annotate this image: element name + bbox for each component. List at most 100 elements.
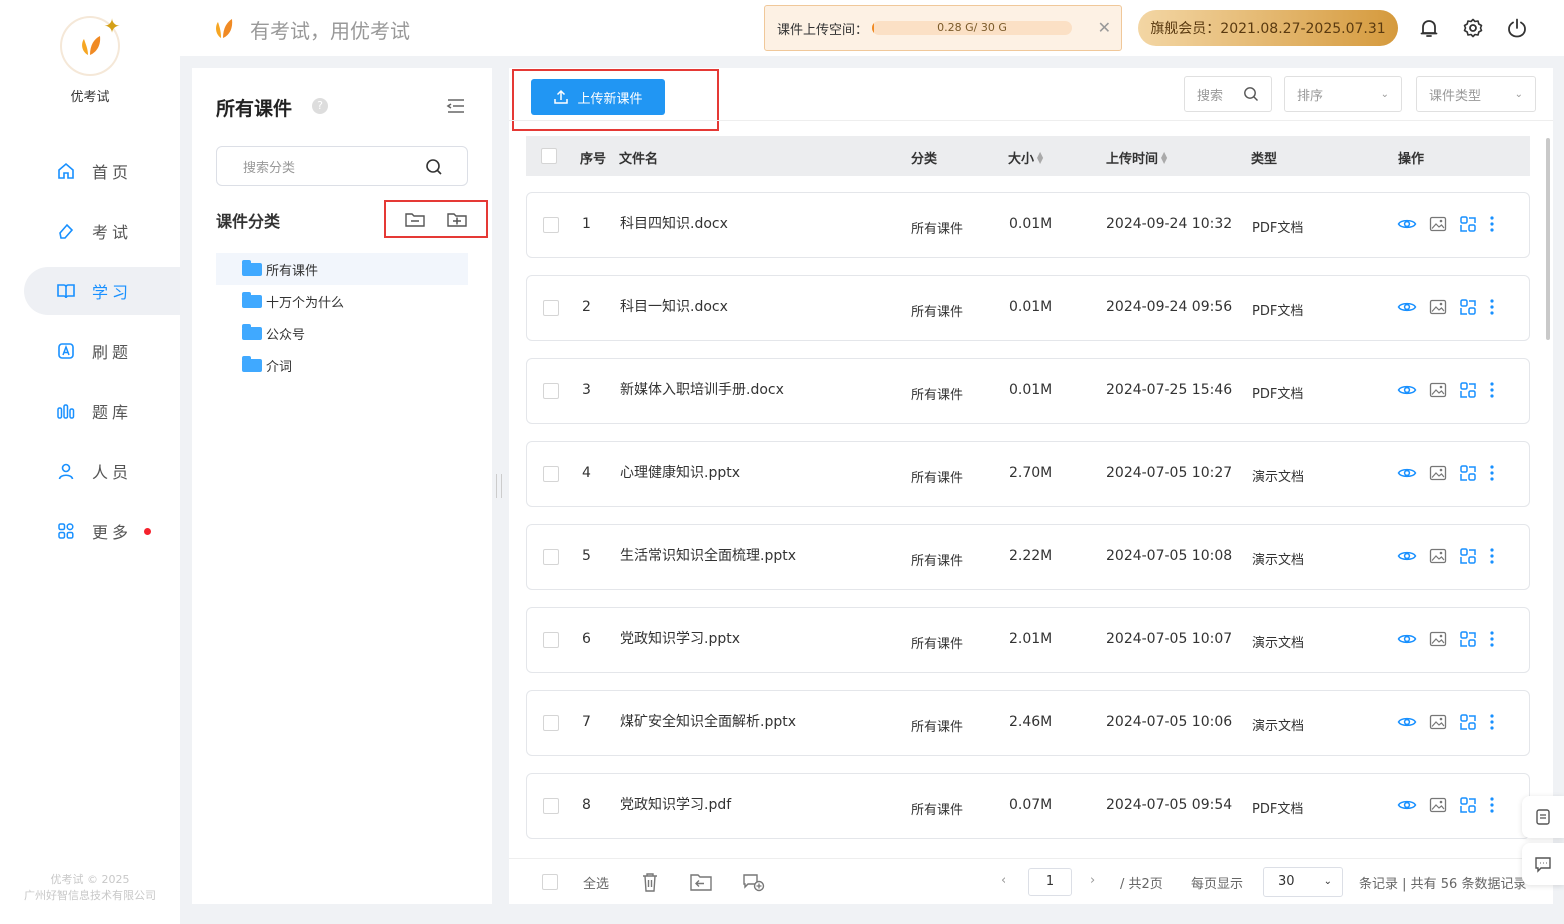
category-item-all[interactable]: 所有课件 [216, 253, 468, 285]
vip-badge[interactable]: 旗舰会员：2021.08.27-2025.07.31 [1138, 10, 1398, 46]
table-row[interactable]: 2 科目一知识.docx 所有课件 0.01M 2024-09-24 09:56… [526, 275, 1530, 341]
search-icon[interactable] [1243, 86, 1259, 102]
qrcode-share-icon[interactable] [1459, 298, 1477, 316]
file-name[interactable]: 党政知识学习.pdf [620, 794, 731, 814]
row-checkbox[interactable] [543, 217, 559, 233]
category-search-input[interactable]: 搜索分类 [216, 146, 468, 186]
select-all-label[interactable]: 全选 [583, 873, 609, 892]
nav-item-exam[interactable]: 考试 [24, 207, 180, 255]
page-input[interactable]: 1 [1028, 868, 1072, 896]
preview-eye-icon[interactable] [1397, 217, 1417, 231]
table-row[interactable]: 7 煤矿安全知识全面解析.pptx 所有课件 2.46M 2024-07-05 … [526, 690, 1530, 756]
row-checkbox[interactable] [543, 383, 559, 399]
prev-page-icon[interactable]: ‹ [1001, 873, 1006, 888]
per-page-select[interactable]: 30 ⌄ [1263, 867, 1343, 897]
scrollbar[interactable] [1546, 138, 1550, 340]
qrcode-share-icon[interactable] [1459, 464, 1477, 482]
next-page-icon[interactable]: › [1090, 873, 1095, 888]
preview-eye-icon[interactable] [1397, 383, 1417, 397]
folder-minus-icon[interactable] [404, 210, 426, 228]
collapse-menu-icon[interactable] [446, 98, 466, 114]
row-checkbox[interactable] [543, 798, 559, 814]
row-checkbox[interactable] [543, 632, 559, 648]
table-row[interactable]: 8 党政知识学习.pdf 所有课件 0.07M 2024-07-05 09:54… [526, 773, 1530, 839]
table-row[interactable]: 3 新媒体入职培训手册.docx 所有课件 0.01M 2024-07-25 1… [526, 358, 1530, 424]
preview-eye-icon[interactable] [1397, 549, 1417, 563]
nav-item-practice[interactable]: 刷题 [24, 327, 180, 375]
nav-item-study[interactable]: 学习 [24, 267, 180, 315]
type-select[interactable]: 课件类型 ⌄ [1416, 76, 1536, 112]
table-row[interactable]: 1 科目四知识.docx 所有课件 0.01M 2024-09-24 10:32… [526, 192, 1530, 258]
file-name[interactable]: 新媒体入职培训手册.docx [620, 379, 784, 399]
row-checkbox[interactable] [543, 715, 559, 731]
nav-item-more[interactable]: 更多 [24, 507, 180, 555]
footer-select-all-checkbox[interactable] [542, 874, 558, 890]
bell-icon[interactable] [1418, 17, 1440, 39]
more-vertical-icon[interactable] [1489, 215, 1495, 233]
row-checkbox[interactable] [543, 466, 559, 482]
close-icon[interactable]: ✕ [1098, 18, 1111, 37]
float-doc-button[interactable] [1522, 796, 1564, 838]
preview-eye-icon[interactable] [1397, 466, 1417, 480]
image-icon[interactable] [1429, 548, 1447, 564]
image-icon[interactable] [1429, 797, 1447, 813]
sort-select[interactable]: 排序 ⌄ [1284, 76, 1402, 112]
image-icon[interactable] [1429, 382, 1447, 398]
nav-label: 学习 [92, 283, 133, 302]
file-name[interactable]: 心理健康知识.pptx [620, 462, 740, 482]
more-vertical-icon[interactable] [1489, 381, 1495, 399]
nav-item-bank[interactable]: 题库 [24, 387, 180, 435]
preview-eye-icon[interactable] [1397, 632, 1417, 646]
category-item[interactable]: 介词 [216, 349, 468, 381]
qrcode-share-icon[interactable] [1459, 215, 1477, 233]
float-chat-button[interactable] [1522, 843, 1564, 885]
preview-eye-icon[interactable] [1397, 715, 1417, 729]
more-vertical-icon[interactable] [1489, 630, 1495, 648]
category-item[interactable]: 十万个为什么 [216, 285, 468, 317]
file-name[interactable]: 党政知识学习.pptx [620, 628, 740, 648]
file-name[interactable]: 煤矿安全知识全面解析.pptx [620, 711, 796, 731]
qrcode-share-icon[interactable] [1459, 547, 1477, 565]
qrcode-share-icon[interactable] [1459, 381, 1477, 399]
upload-button[interactable]: 上传新课件 [531, 79, 665, 115]
help-icon[interactable]: ? [312, 98, 328, 114]
header-size[interactable]: 大小 ▲ ▼ [1008, 148, 1043, 168]
nav-item-home[interactable]: 首页 [24, 147, 180, 195]
file-name[interactable]: 科目四知识.docx [620, 213, 728, 233]
trash-icon[interactable] [640, 871, 660, 893]
category-item[interactable]: 公众号 [216, 317, 468, 349]
more-vertical-icon[interactable] [1489, 547, 1495, 565]
table-row[interactable]: 5 生活常识知识全面梳理.pptx 所有课件 2.22M 2024-07-05 … [526, 524, 1530, 590]
nav-item-people[interactable]: 人员 [24, 447, 180, 495]
row-checkbox[interactable] [543, 549, 559, 565]
folder-plus-icon[interactable] [446, 210, 468, 228]
file-name[interactable]: 科目一知识.docx [620, 296, 728, 316]
table-row[interactable]: 4 心理健康知识.pptx 所有课件 2.70M 2024-07-05 10:2… [526, 441, 1530, 507]
image-icon[interactable] [1429, 465, 1447, 481]
more-vertical-icon[interactable] [1489, 298, 1495, 316]
qrcode-share-icon[interactable] [1459, 713, 1477, 731]
qrcode-share-icon[interactable] [1459, 796, 1477, 814]
image-icon[interactable] [1429, 216, 1447, 232]
preview-eye-icon[interactable] [1397, 300, 1417, 314]
move-folder-icon[interactable] [689, 872, 713, 892]
gear-icon[interactable] [1462, 17, 1484, 39]
more-vertical-icon[interactable] [1489, 796, 1495, 814]
power-icon[interactable] [1506, 17, 1528, 39]
file-search-input[interactable]: 搜索 [1184, 76, 1272, 112]
qrcode-share-icon[interactable] [1459, 630, 1477, 648]
more-vertical-icon[interactable] [1489, 713, 1495, 731]
more-vertical-icon[interactable] [1489, 464, 1495, 482]
batch-settings-icon[interactable] [741, 871, 767, 893]
header-time[interactable]: 上传时间 ▲ ▼ [1106, 148, 1167, 168]
image-icon[interactable] [1429, 714, 1447, 730]
table-row[interactable]: 6 党政知识学习.pptx 所有课件 2.01M 2024-07-05 10:0… [526, 607, 1530, 673]
select-all-checkbox[interactable] [541, 148, 557, 164]
search-icon[interactable] [425, 158, 443, 176]
preview-eye-icon[interactable] [1397, 798, 1417, 812]
row-checkbox[interactable] [543, 300, 559, 316]
image-icon[interactable] [1429, 299, 1447, 315]
panel-resize-handle[interactable] [496, 474, 502, 498]
file-name[interactable]: 生活常识知识全面梳理.pptx [620, 545, 796, 565]
image-icon[interactable] [1429, 631, 1447, 647]
